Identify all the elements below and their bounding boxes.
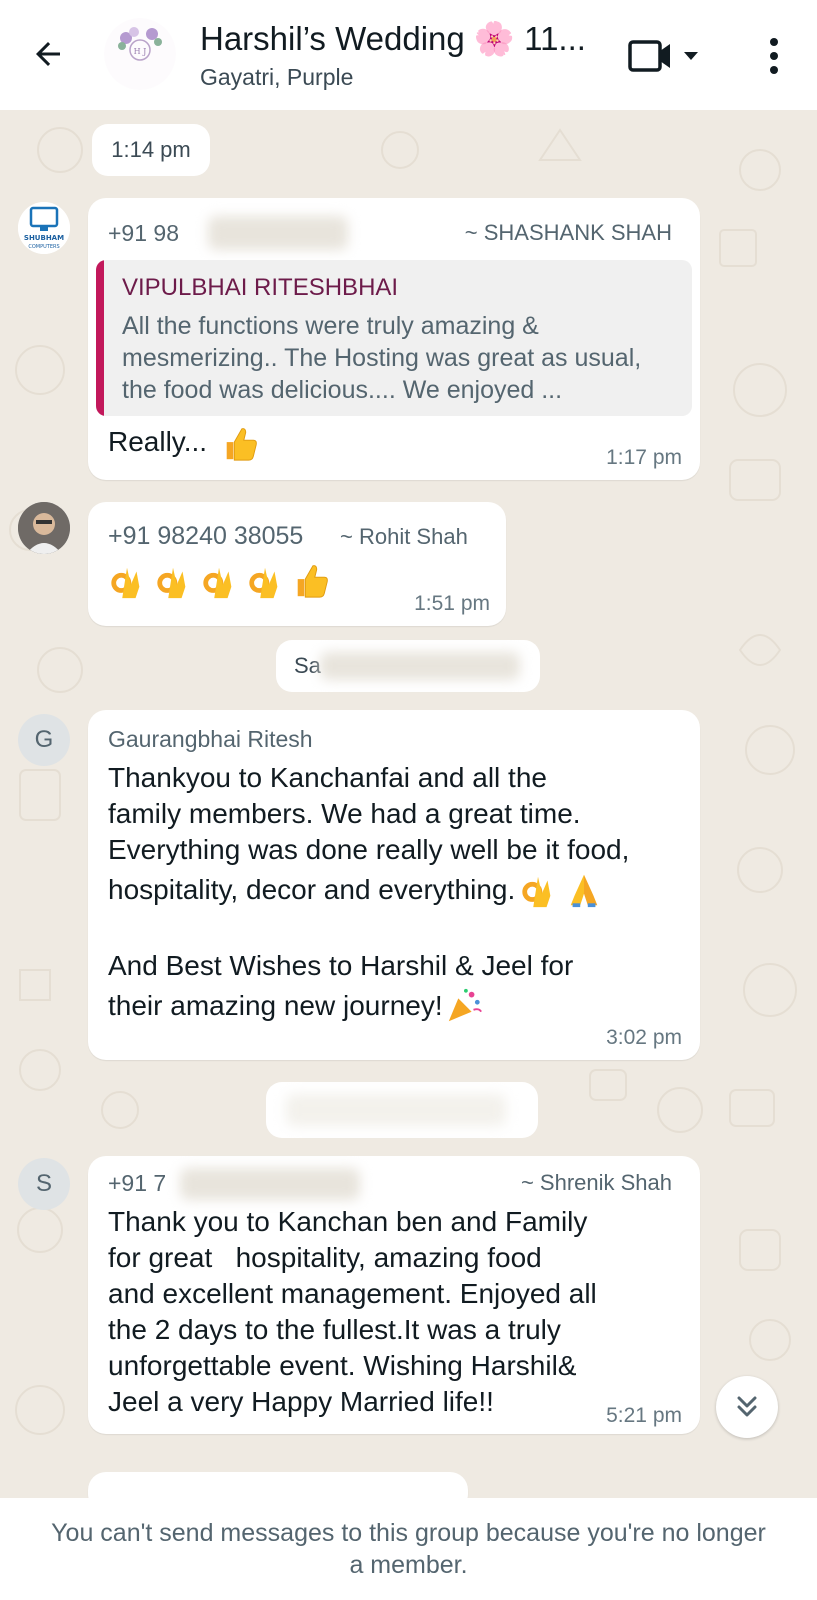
quote-accent-bar [96,260,104,416]
not-member-notice: You can't send messages to this group be… [51,1519,766,1579]
quote-author: VIPULBHAI RITESHBHAI [122,274,399,301]
emoji-row [108,562,330,600]
message-line: Everything was done really well be it fo… [108,834,630,865]
message-bubble[interactable]: Gaurangbhai Ritesh Thankyou to Kanchanfa… [88,710,700,1060]
message-time: 1:51 pm [414,592,490,615]
message-line: Jeel a very Happy Married life!! [108,1386,494,1417]
composer-disabled-notice: You can't send messages to this group be… [0,1498,817,1600]
sender-alias: ~ SHASHANK SHAH [464,220,672,245]
sender-avatar[interactable] [18,502,70,554]
avatar-letter: S [35,1170,52,1197]
quoted-message[interactable]: VIPULBHAI RITESHBHAI All the functions w… [96,260,692,416]
svg-text:SHUBHAM: SHUBHAM [24,234,64,242]
avatar-letter: G [34,726,54,753]
svg-text:H J: H J [134,47,147,56]
message-bubble[interactable]: +91 7 ~ Shrenik Shah Thank you to Kancha… [88,1156,700,1434]
more-options-icon[interactable] [762,34,786,78]
group-avatar[interactable]: H J [104,18,176,90]
redacted-phone [180,1168,360,1200]
message-line: Thank you to Kanchan ben and Family [108,1206,588,1237]
video-call-icon[interactable] [626,36,706,76]
group-title[interactable]: Harshil’s Wedding 🌸 11... [200,18,600,60]
sender-phone[interactable]: +91 98240 38055 [108,522,303,551]
system-message-pill [266,1082,538,1138]
timestamp-pill: 1:14 pm [92,124,210,176]
message-text: Thankyou to Kanchanfai and all the famil… [108,760,688,1028]
sender-phone[interactable]: +91 98 [108,220,179,247]
back-arrow-icon[interactable] [28,34,68,74]
scroll-to-bottom-button[interactable] [716,1376,778,1438]
redacted-phone [208,216,348,250]
message-bubble[interactable]: +91 98 ~ SHASHANK SHAH VIPULBHAI RITESHB… [88,198,700,480]
message-line: unforgettable event. Wishing Harshil& [108,1350,577,1381]
message-line: the 2 days to the fullest.It was a truly [108,1314,561,1345]
message-text: Thank you to Kanchan ben and Family for … [108,1204,688,1420]
message-time: 3:02 pm [606,1026,682,1049]
message-line: Thankyou to Kanchanfai and all the [108,762,547,793]
system-message-text: Sa [294,653,321,678]
folded-hands-emoji-icon [570,874,598,908]
ok-hand-emoji-icon [249,567,278,599]
thumbs-up-emoji-icon [297,565,328,598]
message-line: hospitality, decor and everything. [108,874,516,905]
message-bubble-partial[interactable] [88,1472,468,1498]
message-line: and excellent management. Enjoyed all [108,1278,597,1309]
sender-name[interactable]: Gaurangbhai Ritesh [108,726,313,753]
double-chevron-down-icon [737,1396,757,1417]
group-participants[interactable]: Gayatri, Purple [200,62,600,92]
message-time: 5:21 pm [606,1404,682,1427]
quote-text: All the functions were truly amazing & m… [122,312,642,404]
message-line: their amazing new journey! [108,990,443,1021]
message-text-content: Really... [108,426,208,457]
sender-phone[interactable]: +91 7 [108,1170,166,1197]
system-message-pill: Sa [276,640,540,692]
chat-messages[interactable]: 1:14 pm SHUBHAM COMPUTERS +91 98 ~ SHASH… [0,110,817,1498]
message-time: 1:17 pm [606,446,682,469]
ok-hand-emoji-icon [111,567,140,599]
sender-alias: ~ Rohit Shah [340,524,468,549]
chat-header: H J Harshil’s Wedding 🌸 11... Gayatri, P… [0,0,817,110]
sender-avatar[interactable]: SHUBHAM COMPUTERS [18,202,70,254]
message-bubble[interactable]: +91 98240 38055 ~ Rohit Shah 1:51 pm [88,502,506,626]
thumbs-up-emoji-icon [226,427,257,461]
message-line-with-emoji: hospitality, decor and everything. [108,868,688,912]
message-line-with-emoji: their amazing new journey! [108,984,688,1028]
ok-hand-emoji-icon [157,567,186,599]
svg-text:COMPUTERS: COMPUTERS [28,244,59,250]
redacted-text [286,1094,506,1126]
sender-avatar[interactable]: S [18,1158,70,1210]
message-line: for great hospitality, amazing food [108,1242,542,1273]
message-line: And Best Wishes to Harshil & Jeel for [108,950,574,981]
message-text: Really... [108,424,259,463]
party-popper-emoji-icon [448,988,482,1022]
timestamp-pill-text: 1:14 pm [111,137,191,162]
sender-avatar[interactable]: G [18,714,70,766]
sender-alias: ~ Shrenik Shah [520,1170,672,1195]
redacted-text [320,652,520,680]
ok-hand-emoji-icon [203,567,232,599]
message-line: family members. We had a great time. [108,798,581,829]
ok-hand-emoji-icon [522,876,551,908]
